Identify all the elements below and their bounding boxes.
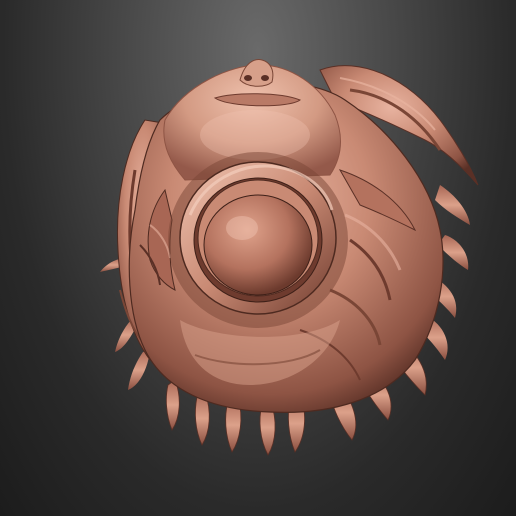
- sculpt-viewport[interactable]: [0, 0, 516, 516]
- sculpt-render: [100, 59, 479, 456]
- neck-socket: [168, 152, 348, 328]
